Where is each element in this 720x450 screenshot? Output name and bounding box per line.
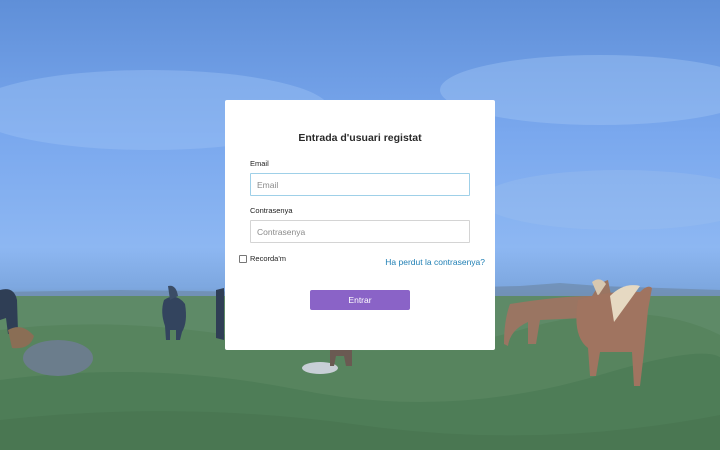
- email-input[interactable]: [250, 173, 470, 196]
- login-title: Entrada d'usuari registat: [298, 132, 422, 144]
- password-label: Contrasenya: [250, 206, 293, 215]
- login-button[interactable]: Entrar: [310, 290, 410, 310]
- forgot-password-link[interactable]: Ha perdut la contrasenya?: [385, 257, 485, 267]
- remember-label[interactable]: Recorda'm: [250, 254, 286, 263]
- login-card: Entrada d'usuari registat Email Contrase…: [225, 100, 495, 350]
- remember-checkbox[interactable]: [239, 254, 247, 263]
- remember-me[interactable]: Recorda'm: [239, 254, 286, 263]
- email-label: Email: [250, 159, 269, 168]
- password-input[interactable]: [250, 220, 470, 243]
